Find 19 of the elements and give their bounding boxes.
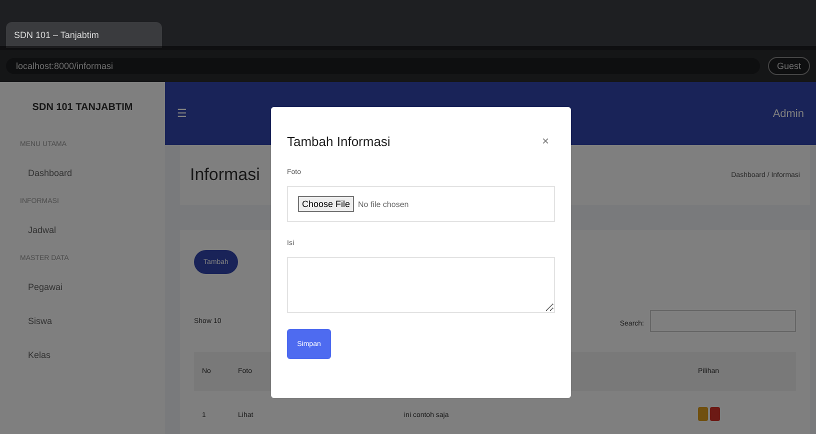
sidebar-item[interactable]: Jadwal [0,213,165,247]
file-status: No file chosen [358,200,409,208]
file-field[interactable]: Choose File No file chosen [287,186,555,222]
profile-button[interactable]: Guest [768,57,810,75]
text-area[interactable] [287,257,555,313]
page-title: Informasi [190,165,260,185]
sidebar-item[interactable]: Siswa [0,304,165,338]
choose-file-button[interactable]: Choose File [298,196,354,212]
search-field[interactable] [650,310,796,332]
sidebar-item[interactable]: Kelas [0,338,165,372]
browser-tab[interactable]: SDN 101 – Tanjabtim [6,22,162,48]
brand-title: SDN 101 TANJABTIM [31,102,134,115]
address-bar[interactable]: localhost:8000/informasi [6,58,760,74]
menu-icon[interactable]: ☰ [177,107,187,120]
user-menu[interactable]: Admin [772,108,804,120]
modal-title: Tambah Informasi [287,134,390,148]
sidebar-item[interactable]: Dashboard [0,156,165,190]
sidebar-item[interactable]: Pegawai [0,270,165,304]
close-button[interactable]: × [536,133,555,149]
